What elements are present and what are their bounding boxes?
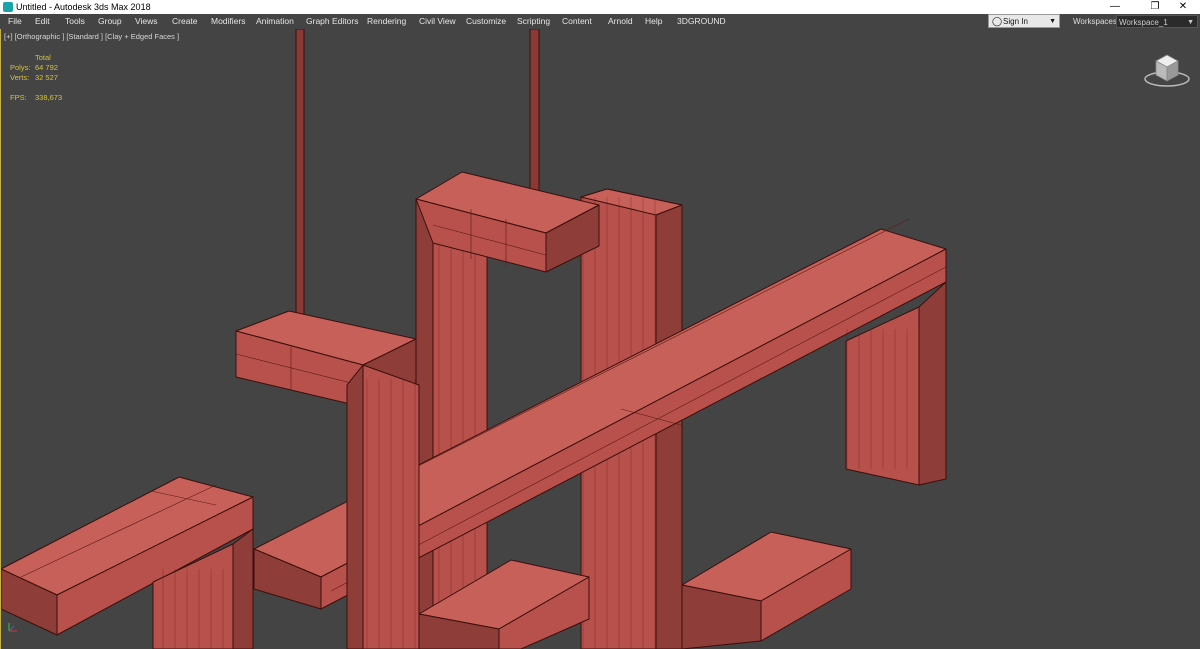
chevron-down-icon: ▼ [1187,19,1194,26]
menu-group[interactable]: Group [98,14,122,29]
stats-polys-label: Polys: [10,63,31,72]
window-title: Untitled - Autodesk 3ds Max 2018 [16,2,151,12]
menu-civil-view[interactable]: Civil View [419,14,456,29]
title-bar: Untitled - Autodesk 3ds Max 2018 — ❐ ✕ [0,0,1200,14]
menu-content[interactable]: Content [562,14,592,29]
app-icon [3,2,13,12]
menu-tools[interactable]: Tools [65,14,85,29]
menu-scripting[interactable]: Scripting [517,14,550,29]
stats-header: Total [35,53,51,62]
rod-left [295,29,305,330]
stats-fps-label: FPS: [10,93,27,102]
stats-verts-label: Verts: [10,73,30,82]
menu-customize[interactable]: Customize [466,14,506,29]
menu-file[interactable]: File [8,14,22,29]
workspaces-select[interactable]: Workspace_1 ▼ [1116,15,1198,28]
menu-help[interactable]: Help [645,14,662,29]
minimize-button[interactable]: — [1098,0,1132,14]
stats-polys-value: 64 792 [35,63,58,72]
front-post [346,364,420,649]
menu-animation[interactable]: Animation [256,14,294,29]
menu-create[interactable]: Create [172,14,198,29]
viewport[interactable]: [+] [Orthographic ] [Standard ] [Clay + … [0,29,1200,649]
rod-right [529,29,540,210]
workspaces-label: Workspaces: [1073,17,1120,26]
workspaces-value: Workspace_1 [1119,18,1168,27]
menu-3dground[interactable]: 3DGROUND [677,14,726,29]
menu-edit[interactable]: Edit [35,14,50,29]
axis-tripod-icon [8,623,17,632]
scene-geometry[interactable] [1,29,1200,649]
menu-modifiers[interactable]: Modifiers [211,14,245,29]
front-bottom-beam-b [681,531,852,649]
menu-views[interactable]: Views [135,14,158,29]
viewport-label[interactable]: [+] [Orthographic ] [Standard ] [Clay + … [4,32,179,41]
menu-arnold[interactable]: Arnold [608,14,633,29]
close-button[interactable]: ✕ [1166,0,1200,14]
menu-graph-editors[interactable]: Graph Editors [306,14,358,29]
person-icon: ◯ [992,16,1003,26]
stats-verts-value: 32 527 [35,73,58,82]
sign-in-dropdown[interactable]: ◯ Sign In ▼ [988,14,1060,28]
chevron-down-icon: ▼ [1049,18,1056,25]
viewcube-icon[interactable] [1143,49,1191,89]
stats-fps-value: 338,673 [35,93,63,102]
sign-in-label: Sign In [1003,17,1028,26]
menu-rendering[interactable]: Rendering [367,14,406,29]
